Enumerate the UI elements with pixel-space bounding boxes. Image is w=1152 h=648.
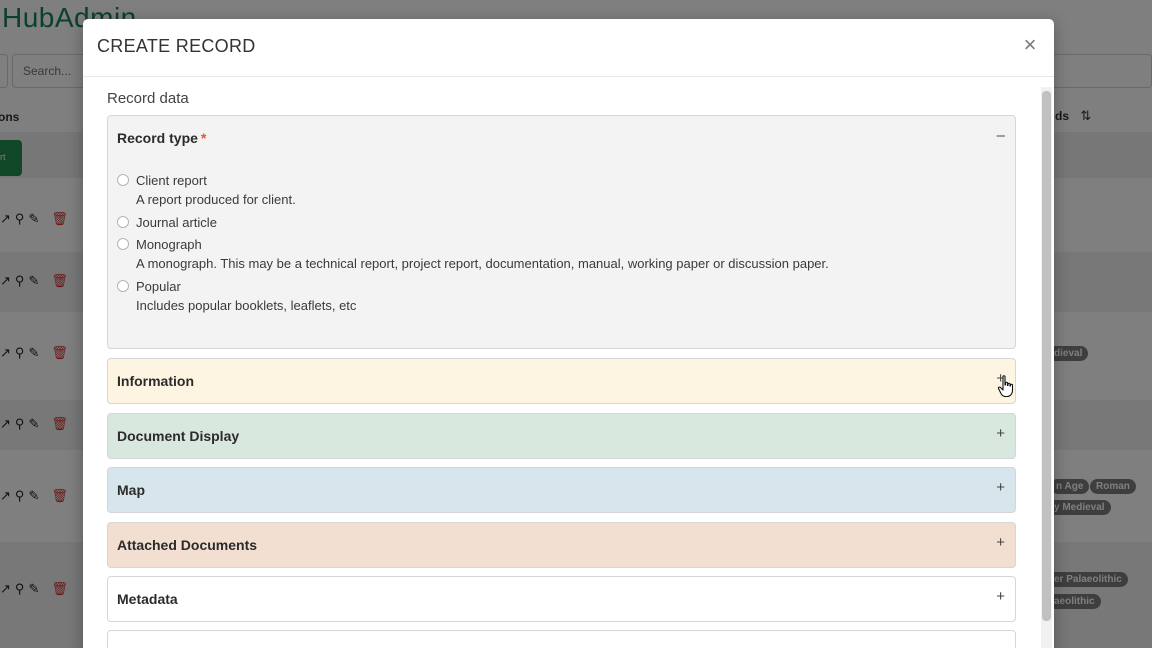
- information-label: Information: [117, 373, 194, 389]
- radio-button[interactable]: [117, 216, 129, 228]
- radio-label: Journal article: [136, 214, 217, 230]
- close-icon[interactable]: ×: [1018, 33, 1042, 57]
- radio-option-popular[interactable]: Popular Includes popular booklets, leafl…: [117, 276, 1005, 316]
- metadata-label: Metadata: [117, 591, 178, 607]
- radio-description: A report produced for client.: [136, 192, 296, 207]
- record-type-header[interactable]: Record type * –: [108, 116, 1015, 160]
- expand-icon[interactable]: +: [996, 479, 1005, 496]
- modal-header: CREATE RECORD ×: [83, 19, 1054, 77]
- radio-label: Popular: [136, 278, 181, 294]
- expand-icon[interactable]: +: [996, 534, 1005, 551]
- map-label: Map: [117, 482, 145, 498]
- radio-button[interactable]: [117, 280, 129, 292]
- attached-documents-label: Attached Documents: [117, 537, 258, 553]
- scrollbar[interactable]: [1041, 87, 1052, 648]
- metadata-panel[interactable]: Metadata +: [107, 576, 1016, 622]
- section-title: Record data: [107, 90, 189, 107]
- radio-description: A monograph. This may be a technical rep…: [136, 256, 829, 271]
- modal-title: CREATE RECORD: [97, 36, 256, 56]
- document-display-panel[interactable]: Document Display +: [107, 413, 1016, 459]
- document-display-header[interactable]: Document Display +: [108, 414, 1015, 458]
- document-display-label: Document Display: [117, 428, 240, 444]
- hand-cursor-icon: [997, 375, 1014, 398]
- collapse-icon[interactable]: –: [997, 127, 1005, 144]
- required-mark: *: [200, 130, 207, 146]
- create-record-modal: CREATE RECORD × Record data Record type *…: [83, 19, 1054, 648]
- radio-button[interactable]: [117, 238, 129, 250]
- radio-description: Includes popular booklets, leaflets, etc: [136, 298, 357, 313]
- radio-label: Monograph: [136, 236, 202, 252]
- attached-documents-panel[interactable]: Attached Documents +: [107, 522, 1016, 568]
- radio-button[interactable]: [117, 174, 129, 186]
- record-type-label: Record type *: [117, 130, 207, 146]
- record-type-options: Client report A report produced for clie…: [117, 170, 1005, 318]
- next-panel[interactable]: [107, 630, 1016, 648]
- map-panel[interactable]: Map +: [107, 467, 1016, 513]
- map-header[interactable]: Map +: [108, 468, 1015, 512]
- radio-option-monograph[interactable]: Monograph A monograph. This may be a tec…: [117, 234, 1005, 274]
- information-header[interactable]: Information +: [108, 359, 1015, 403]
- next-panel-header[interactable]: [108, 631, 1015, 648]
- radio-option-journal-article[interactable]: Journal article: [117, 212, 1005, 232]
- attached-documents-header[interactable]: Attached Documents +: [108, 523, 1015, 567]
- radio-label: Client report: [136, 172, 207, 188]
- expand-icon[interactable]: +: [996, 425, 1005, 442]
- expand-icon[interactable]: +: [996, 588, 1005, 605]
- radio-option-client-report[interactable]: Client report A report produced for clie…: [117, 170, 1005, 210]
- record-type-panel: Record type * – Client report A report pr…: [107, 115, 1016, 349]
- modal-body: Record data Record type * – Client report…: [83, 77, 1054, 648]
- metadata-header[interactable]: Metadata +: [108, 577, 1015, 621]
- information-panel[interactable]: Information +: [107, 358, 1016, 404]
- scrollbar-thumb[interactable]: [1042, 91, 1051, 621]
